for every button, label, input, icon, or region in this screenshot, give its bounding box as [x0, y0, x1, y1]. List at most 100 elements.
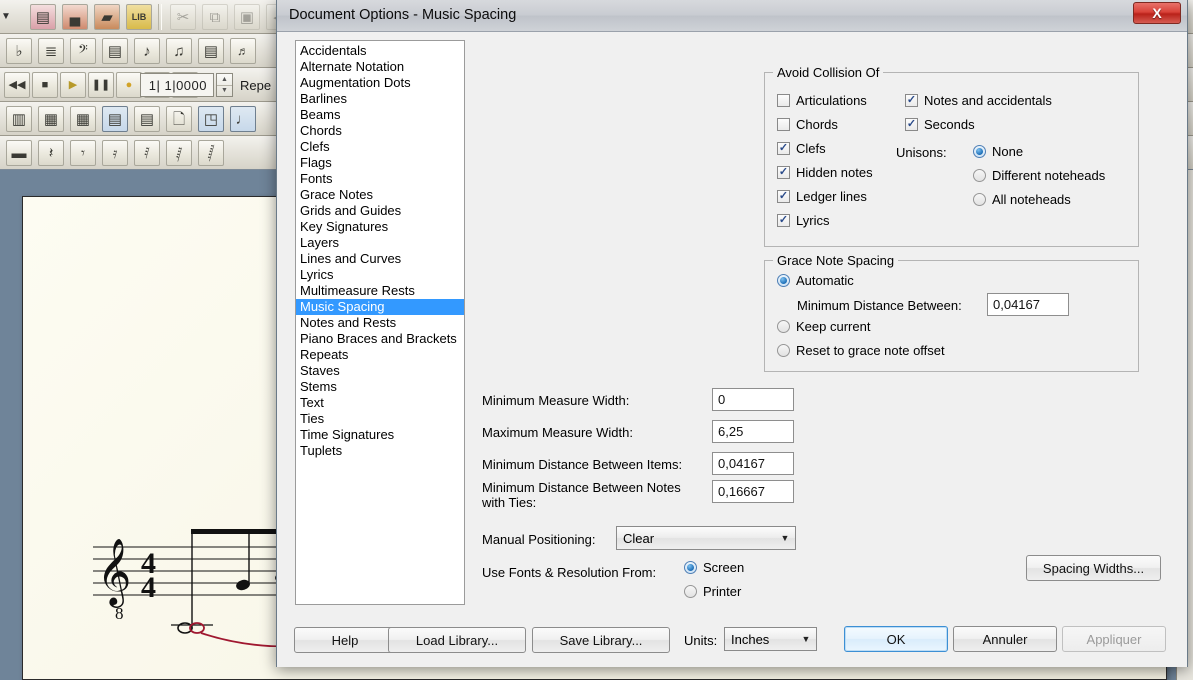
category-item[interactable]: Stems — [296, 379, 464, 395]
record-icon[interactable]: ● — [116, 72, 142, 98]
radio-icon[interactable] — [973, 193, 986, 206]
measure-counter-stepper[interactable]: ▲ ▼ — [216, 73, 233, 97]
thirtysecond-rest-icon[interactable]: 𝅀 — [134, 140, 160, 166]
key-signature-tool-icon[interactable]: ♭ — [6, 38, 32, 64]
book-icon[interactable]: ▰ — [94, 4, 120, 30]
scroll-bar-style-icon[interactable]: ◳ — [198, 106, 224, 132]
radio-icon[interactable] — [777, 320, 790, 333]
piano-keyboard-icon[interactable]: ▤ — [198, 38, 224, 64]
print-icon[interactable]: ▄ — [62, 4, 88, 30]
radio-icon[interactable] — [684, 585, 697, 598]
units-select[interactable]: Inches ▼ — [724, 627, 817, 651]
grid-insert-icon[interactable]: ▦ — [70, 106, 96, 132]
cut-icon[interactable]: ✂ — [170, 4, 196, 30]
checkbox-row[interactable]: Notes and accidentals — [905, 93, 1052, 108]
speedy-entry-icon[interactable]: ♫ — [166, 38, 192, 64]
category-item[interactable]: Lyrics — [296, 267, 464, 283]
note-tool-icon[interactable]: ♪ — [134, 38, 160, 64]
field-input[interactable]: 0,16667 — [712, 480, 794, 503]
stop-icon[interactable]: ■ — [32, 72, 58, 98]
manual-positioning-select[interactable]: Clear ▼ — [616, 526, 796, 550]
dropdown-arrow-icon[interactable]: ▼ — [0, 12, 12, 22]
field-input[interactable]: 0 — [712, 388, 794, 411]
ok-button[interactable]: OK — [844, 626, 948, 652]
category-item[interactable]: Clefs — [296, 139, 464, 155]
category-item[interactable]: Piano Braces and Brackets — [296, 331, 464, 347]
radio-row[interactable]: Screen — [684, 560, 744, 575]
checkbox-row[interactable]: Articulations — [777, 93, 867, 108]
category-item[interactable]: Repeats — [296, 347, 464, 363]
tuplet-tool-icon[interactable]: ♬ — [230, 38, 256, 64]
category-item[interactable]: Text — [296, 395, 464, 411]
sixtyfourth-rest-icon[interactable]: 𝅁 — [166, 140, 192, 166]
category-item[interactable]: Grids and Guides — [296, 203, 464, 219]
category-item[interactable]: Multimeasure Rests — [296, 283, 464, 299]
sixteenth-rest-icon[interactable]: 𝄿 — [102, 140, 128, 166]
save-library-button[interactable]: Save Library... — [532, 627, 670, 653]
chevron-down-icon[interactable]: ▼ — [797, 629, 815, 649]
play-icon[interactable]: ▶ — [60, 72, 86, 98]
page-view-icon[interactable]: ▥ — [6, 106, 32, 132]
radio-row[interactable]: Printer — [684, 584, 741, 599]
document-icon[interactable]: 🗋 — [166, 106, 192, 132]
stepper-down-icon[interactable]: ▼ — [217, 85, 232, 97]
chevron-down-icon[interactable]: ▼ — [776, 528, 794, 548]
checkbox-row[interactable]: Seconds — [905, 117, 975, 132]
category-item[interactable]: Layers — [296, 235, 464, 251]
checkbox-row[interactable]: Clefs — [777, 141, 826, 156]
load-library-button[interactable]: Load Library... — [388, 627, 526, 653]
category-item[interactable]: Notes and Rests — [296, 315, 464, 331]
spacing-widths-button[interactable]: Spacing Widths... — [1026, 555, 1161, 581]
checkbox-row[interactable]: Chords — [777, 117, 838, 132]
eighth-rest-icon[interactable]: 𝄾 — [70, 140, 96, 166]
measure-tool-icon[interactable]: ▤ — [102, 38, 128, 64]
library-icon[interactable]: LIB — [126, 4, 152, 30]
rewind-icon[interactable]: ◀◀ — [4, 72, 30, 98]
radio-icon[interactable] — [973, 169, 986, 182]
checkbox-icon[interactable] — [777, 94, 790, 107]
whole-rest-icon[interactable]: ▬ — [6, 140, 32, 166]
checkbox-icon[interactable] — [777, 142, 790, 155]
close-icon[interactable]: X — [1133, 2, 1181, 24]
category-item[interactable]: Music Spacing — [296, 299, 464, 315]
category-item[interactable]: Staves — [296, 363, 464, 379]
checkbox-icon[interactable] — [777, 214, 790, 227]
checkbox-row[interactable]: Hidden notes — [777, 165, 873, 180]
stepper-up-icon[interactable]: ▲ — [217, 74, 232, 85]
onetwentyeighth-rest-icon[interactable]: 𝅂 — [198, 140, 224, 166]
checkbox-icon[interactable] — [905, 94, 918, 107]
help-button[interactable]: Help — [294, 627, 396, 653]
min-distance-between-input[interactable]: 0,04167 — [987, 293, 1069, 316]
quarter-rest-icon[interactable]: 𝄽 — [38, 140, 64, 166]
field-input[interactable]: 0,04167 — [712, 452, 794, 475]
checkbox-row[interactable]: Ledger lines — [777, 189, 867, 204]
scroll-insert-icon[interactable]: ▤ — [134, 106, 160, 132]
radio-icon[interactable] — [777, 274, 790, 287]
clef-tool-icon[interactable]: 𝄢 — [70, 38, 96, 64]
measure-counter[interactable]: 1| 1|0000 — [140, 73, 214, 97]
category-item[interactable]: Fonts — [296, 171, 464, 187]
category-item[interactable]: Time Signatures — [296, 427, 464, 443]
dialog-titlebar[interactable]: Document Options - Music Spacing X — [277, 0, 1187, 32]
paste-icon[interactable]: ▣ — [234, 4, 260, 30]
radio-icon[interactable] — [684, 561, 697, 574]
category-item[interactable]: Alternate Notation — [296, 59, 464, 75]
cancel-button[interactable]: Annuler — [953, 626, 1057, 652]
category-item[interactable]: Accidentals — [296, 43, 464, 59]
copy-icon[interactable]: ⧉ — [202, 4, 228, 30]
radio-icon[interactable] — [973, 145, 986, 158]
time-signature-tool-icon[interactable]: ≣ — [38, 38, 64, 64]
category-item[interactable]: Flags — [296, 155, 464, 171]
save-icon[interactable]: ▤ — [30, 4, 56, 30]
category-item[interactable]: Grace Notes — [296, 187, 464, 203]
category-item[interactable]: Ties — [296, 411, 464, 427]
radio-row[interactable]: Reset to grace note offset — [777, 343, 945, 358]
checkbox-icon[interactable] — [777, 166, 790, 179]
radio-row[interactable]: Automatic — [777, 273, 854, 288]
scroll-view-icon[interactable]: ▤ — [102, 106, 128, 132]
checkbox-row[interactable]: Lyrics — [777, 213, 829, 228]
category-item[interactable]: Tuplets — [296, 443, 464, 459]
note-spacing-icon[interactable]: ♩ — [230, 106, 256, 132]
category-list[interactable]: AccidentalsAlternate NotationAugmentatio… — [295, 40, 465, 605]
pause-icon[interactable]: ❚❚ — [88, 72, 114, 98]
